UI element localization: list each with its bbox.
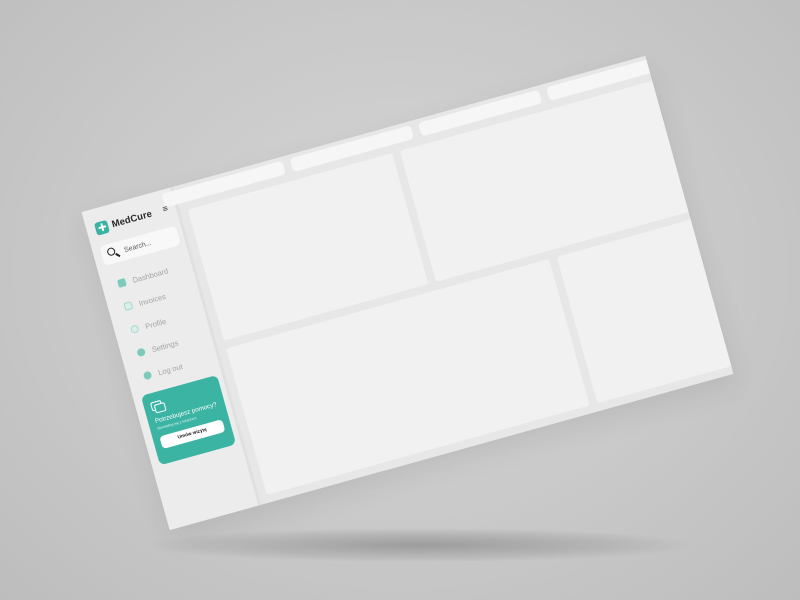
invoice-icon [123, 301, 134, 312]
sidebar-item-label: Dashboard [131, 265, 170, 285]
sidebar-item-label: Profile [144, 316, 168, 331]
medical-cross-logo-icon [93, 219, 110, 236]
skeleton-card [556, 218, 734, 404]
main-content [161, 55, 734, 505]
chat-icon [149, 399, 167, 414]
search-input[interactable] [123, 231, 180, 254]
search-icon [106, 246, 121, 261]
sidebar-item-label: Invoices [137, 291, 167, 308]
logout-icon [142, 370, 153, 381]
profile-icon [129, 324, 140, 335]
help-card: Potrzebujesz pomocy? Skontaktuj się z le… [140, 374, 237, 466]
sidebar-nav: Dashboard Invoices Profile Settings Log … [115, 259, 197, 388]
sidebar-item-label: Settings [150, 337, 180, 354]
app-window: MedCure ≡ Dashboard Invoices Profile [81, 55, 734, 531]
settings-icon [136, 347, 147, 358]
brand[interactable]: MedCure [93, 206, 154, 237]
dashboard-icon [117, 278, 127, 288]
device-shadow [150, 528, 690, 562]
sidebar-item-label: Log out [156, 361, 184, 377]
brand-name: MedCure [110, 208, 154, 230]
